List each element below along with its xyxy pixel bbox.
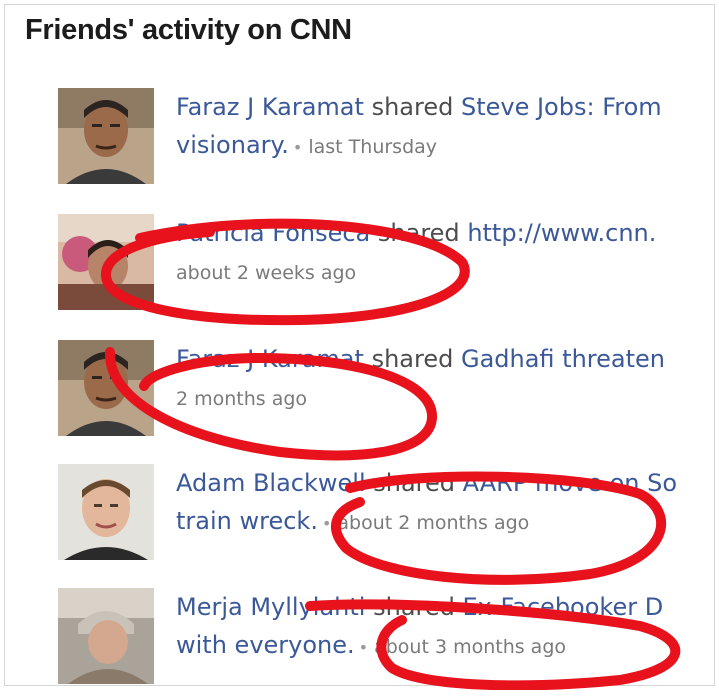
friend-name-link[interactable]: Faraz J Karamat (176, 93, 364, 121)
action-verb: shared (371, 345, 454, 373)
activity-item: Adam Blackwell shared AARP move on So tr… (58, 464, 719, 574)
friend-name-link[interactable]: Adam Blackwell (176, 469, 366, 497)
action-verb: shared (373, 469, 456, 497)
avatar[interactable] (58, 464, 154, 560)
avatar[interactable] (58, 340, 154, 436)
activity-item: Faraz J Karamat shared Gadhafi threaten … (58, 340, 719, 450)
timestamp: 2 months ago (176, 388, 308, 410)
article-link-cont[interactable]: train wreck. (176, 507, 318, 535)
article-link[interactable]: Gadhafi threaten (461, 345, 665, 373)
activity-text: Adam Blackwell shared AARP move on So tr… (176, 464, 719, 543)
action-verb: shared (371, 93, 454, 121)
friend-name-link[interactable]: Merja Myllylahti (176, 593, 365, 621)
activity-item: Patricia Fonseca shared http://www.cnn. … (58, 214, 719, 324)
article-link[interactable]: http://www.cnn. (467, 219, 656, 247)
avatar[interactable] (58, 214, 154, 310)
activity-item: Merja Myllylahti shared Ex-Facebooker D … (58, 588, 719, 698)
separator-dot: • (292, 138, 303, 157)
article-link-cont[interactable]: with everyone. (176, 631, 355, 659)
timestamp: last Thursday (308, 136, 438, 158)
separator-dot: • (321, 514, 332, 533)
activity-text: Merja Myllylahti shared Ex-Facebooker D … (176, 588, 719, 667)
activity-item: Faraz J Karamat shared Steve Jobs: From … (58, 88, 719, 198)
avatar[interactable] (58, 588, 154, 684)
action-verb: shared (377, 219, 460, 247)
friend-name-link[interactable]: Patricia Fonseca (176, 219, 370, 247)
article-link-cont[interactable]: visionary. (176, 131, 289, 159)
article-link[interactable]: AARP move on So (463, 469, 677, 497)
activity-list: Faraz J Karamat shared Steve Jobs: From … (0, 0, 719, 690)
article-link[interactable]: Ex-Facebooker D (463, 593, 664, 621)
activity-text: Faraz J Karamat shared Gadhafi threaten … (176, 340, 719, 418)
separator-dot: • (358, 638, 369, 657)
timestamp: about 2 weeks ago (176, 262, 357, 284)
avatar[interactable] (58, 88, 154, 184)
article-link[interactable]: Steve Jobs: From (461, 93, 662, 121)
action-verb: shared (373, 593, 455, 621)
activity-text: Faraz J Karamat shared Steve Jobs: From … (176, 88, 719, 167)
friend-name-link[interactable]: Faraz J Karamat (176, 345, 364, 373)
timestamp: about 3 months ago (374, 636, 566, 658)
activity-text: Patricia Fonseca shared http://www.cnn. … (176, 214, 719, 292)
timestamp: about 2 months ago (337, 512, 530, 534)
